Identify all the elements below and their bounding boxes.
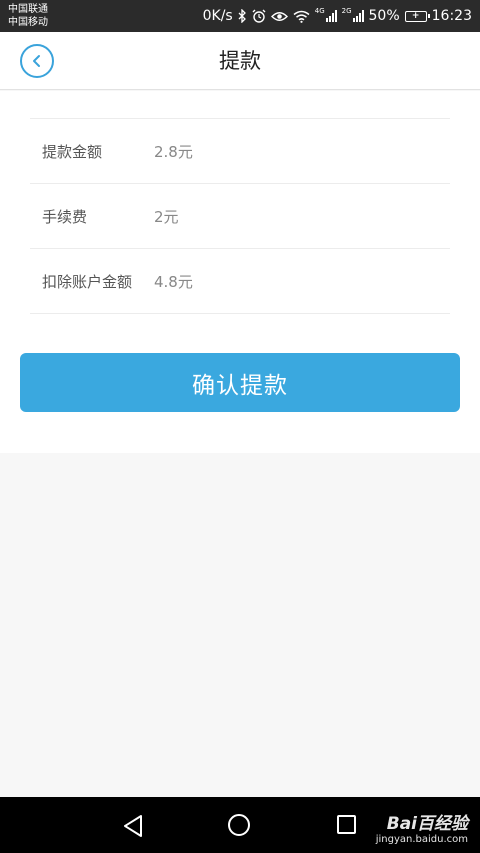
eye-icon [270,11,288,22]
carrier-1: 中国联通 [8,4,48,15]
nav-back-icon[interactable] [122,814,144,838]
status-bar: 中国联通 中国移动 0K/s 4G 2G 50% + 16:23 [0,0,480,32]
carrier-2: 中国移动 [8,17,48,28]
signal-icon: 2G [341,7,364,22]
network-speed: 0K/s [202,8,233,24]
detail-value: 2元 [154,207,179,226]
detail-label: 扣除账户金额 [42,272,133,291]
detail-row-amount: 提款金额 2.8元 [30,119,450,184]
app-header: 提款 [0,32,480,90]
wifi-icon [293,10,310,23]
watermark-url: jingyan.baidu.com [375,834,468,845]
battery-percent: 50% [368,8,400,24]
detail-list: 提款金额 2.8元 手续费 2元 扣除账户金额 4.8元 [30,118,450,314]
detail-row-fee: 手续费 2元 [30,184,450,249]
baidu-watermark: Bai百经验 jingyan.baidu.com [376,809,468,845]
detail-value: 2.8元 [154,142,193,161]
watermark-brand: Bai百经验 [386,814,468,834]
system-nav-bar: Bai百经验 jingyan.baidu.com [0,797,480,853]
withdraw-panel: 提款金额 2.8元 手续费 2元 扣除账户金额 4.8元 确认提款 [0,91,480,453]
alarm-icon [252,9,266,23]
signal-1-tag: 4G [314,7,325,15]
page-title: 提款 [219,49,261,73]
detail-label: 手续费 [42,207,88,226]
carrier-info: 中国联通 中国移动 [8,3,48,29]
nav-recent-icon[interactable] [337,815,356,834]
confirm-withdraw-button[interactable]: 确认提款 [20,353,460,412]
chevron-left-icon [33,55,40,67]
signal-icon: 4G [314,7,337,22]
back-button[interactable] [20,44,54,78]
signal-2-tag: 2G [341,7,352,15]
detail-row-deduction: 扣除账户金额 4.8元 [30,249,450,314]
clock: 16:23 [431,8,472,24]
detail-label: 提款金额 [42,142,103,161]
status-indicators: 0K/s 4G 2G 50% + 16:23 [203,0,472,32]
battery-icon: + [404,10,430,22]
detail-value: 4.8元 [154,272,193,291]
bluetooth-icon [238,9,247,23]
nav-home-icon[interactable] [228,814,250,836]
